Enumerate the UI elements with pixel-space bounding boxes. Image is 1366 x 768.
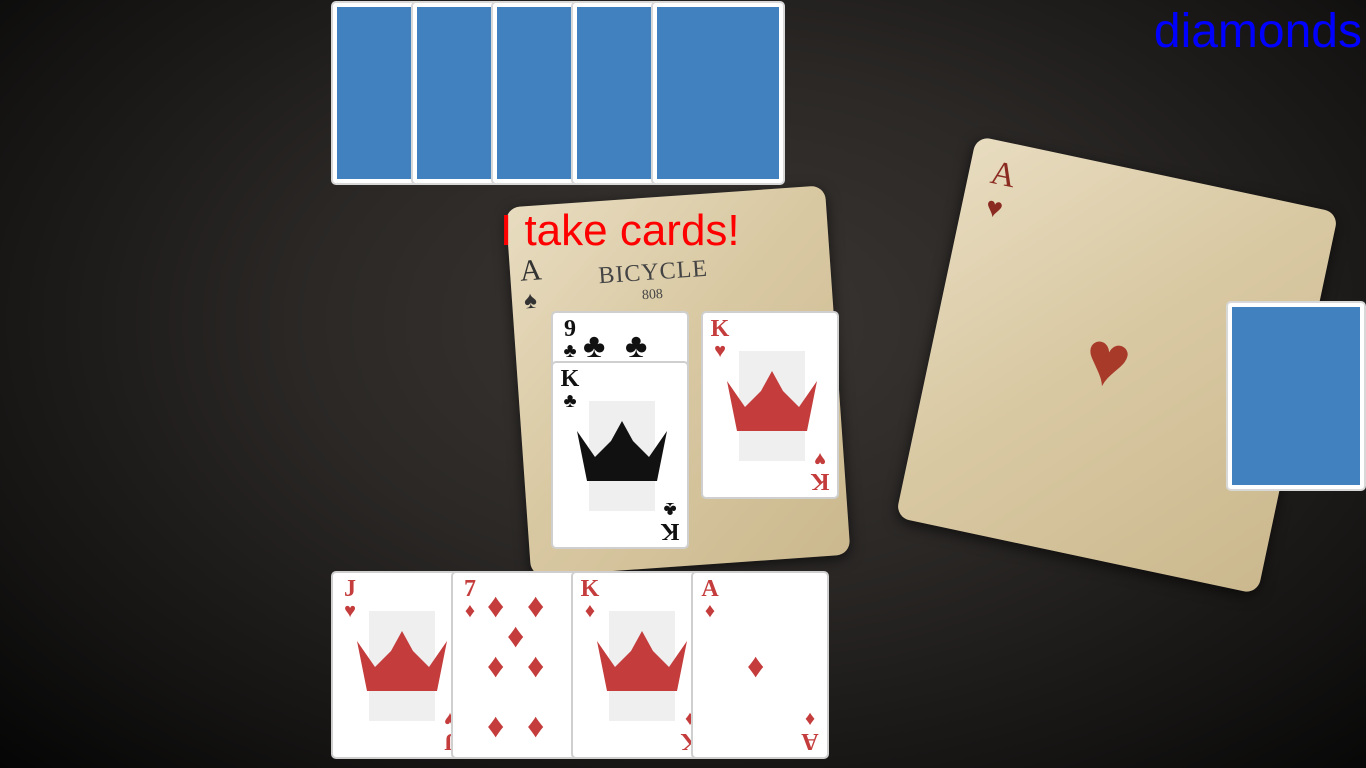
diamond-icon: ♦ [704,600,716,622]
crown-icon [727,371,817,431]
card-rank: K [810,468,830,494]
opponent-message: I take cards! [500,206,740,255]
club-icon: ♣ [563,390,577,412]
heart-icon: ♥ [982,191,1006,226]
diamond-icon: ♦ [487,587,505,625]
card-rank: J [344,576,356,602]
heart-icon: ♥ [344,600,356,622]
player-card[interactable]: K ♦ K ♦ [571,571,709,759]
diamond-icon: ♦ [804,708,816,730]
spade-icon: ♠ [523,287,538,315]
diamond-icon: ♦ [487,647,505,685]
diamond-icon: ♦ [527,707,545,745]
photo-brand: BICYCLE [597,255,709,290]
diamond-icon: ♦ [584,600,596,622]
heart-icon: ♥ [814,448,826,470]
card-rank: K [580,576,600,602]
deck-pile[interactable] [1226,301,1366,491]
crown-icon [577,421,667,481]
crown-icon [597,631,687,691]
table-card[interactable]: K ♥ K ♥ [701,311,839,499]
club-icon: ♣ [663,498,677,520]
card-rank: K [560,366,580,392]
card-rank: A [801,728,819,754]
heart-icon: ♥ [714,340,726,362]
club-icon: ♣ [563,340,577,362]
diamond-icon: ♦ [747,647,765,685]
diamond-icon: ♦ [507,617,525,655]
photo-number: 808 [641,286,664,304]
player-card[interactable]: J ♥ J ♥ [331,571,469,759]
diamond-icon: ♦ [527,587,545,625]
trump-suit-label: diamonds [1153,5,1362,58]
photo-heart-rank: A [987,154,1020,196]
photo-spade-rank: A [518,253,543,288]
opponent-card-back [651,1,785,185]
card-rank: K [710,316,730,342]
player-card[interactable]: 7 ♦ ♦ ♦ ♦ ♦ ♦ ♦ ♦ [451,571,589,759]
club-icon: ♣ [583,327,606,365]
crown-icon [357,631,447,691]
card-rank: 7 [464,576,476,602]
card-rank: K [660,518,680,544]
table-card[interactable]: K ♣ K ♣ [551,361,689,549]
card-rank: A [701,576,719,602]
card-rank: 9 [564,316,576,342]
diamond-icon: ♦ [527,647,545,685]
diamond-icon: ♦ [487,707,505,745]
player-card[interactable]: A ♦ ♦ A ♦ [691,571,829,759]
club-icon: ♣ [625,327,648,365]
diamond-icon: ♦ [464,600,476,622]
heart-icon: ♥ [1076,315,1139,407]
